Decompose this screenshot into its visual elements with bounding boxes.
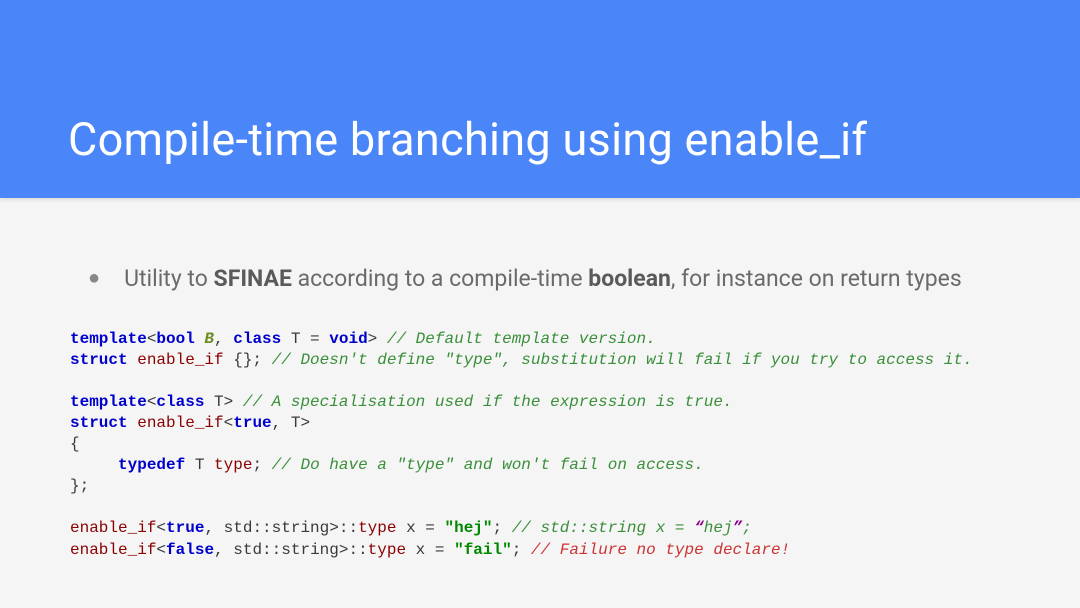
comment-q1: “ — [694, 519, 704, 537]
kw-class: class — [233, 330, 281, 348]
comment-q2: ” — [733, 519, 743, 537]
bullet-sfinae: SFINAE — [214, 265, 292, 292]
code-brace-open: { — [70, 435, 80, 453]
code-gt: > — [368, 330, 387, 348]
member-type-2: type — [358, 519, 396, 537]
kw-template: template — [70, 330, 147, 348]
member-type-3: type — [368, 541, 406, 559]
kw-struct-2: struct — [70, 414, 128, 432]
bullet-text-suffix: , for instance on return types — [671, 265, 962, 292]
code-lt-2: < — [147, 393, 157, 411]
code-std: , std::string>:: — [204, 519, 358, 537]
lit-false: false — [166, 541, 214, 559]
code-t-3: T — [185, 456, 214, 474]
comment-semi: ; — [742, 519, 752, 537]
kw-void: void — [329, 330, 367, 348]
bullet-boolean: boolean — [588, 265, 671, 292]
comment-7: // Do have a "type" and won't fail on ac… — [272, 456, 704, 474]
param-b: B — [195, 330, 214, 348]
kw-bool: bool — [156, 330, 194, 348]
code-comma-t: , T> — [272, 414, 310, 432]
slide-header: Compile-time branching using enable_if — [0, 0, 1080, 198]
code-lt-5: < — [156, 541, 166, 559]
code-block: template<bool B, class T = void> // Defa… — [68, 329, 1012, 561]
kw-struct: struct — [70, 351, 128, 369]
code-t-2: T> — [204, 393, 242, 411]
bullet-text: Utility to SFINAE according to a compile… — [124, 262, 962, 297]
code-x: x = — [396, 519, 444, 537]
struct-name-4: enable_if — [70, 541, 156, 559]
struct-name-3: enable_if — [70, 519, 156, 537]
comment-1: // Default template version. — [387, 330, 656, 348]
bullet-item: ● Utility to SFINAE according to a compi… — [68, 262, 1012, 297]
kw-typedef: typedef — [118, 456, 185, 474]
code-indent — [70, 456, 118, 474]
bullet-marker: ● — [88, 262, 100, 297]
comment-hej: hej — [704, 519, 733, 537]
str-fail: "fail" — [454, 541, 512, 559]
code-x-2: x = — [406, 541, 454, 559]
comment-2: // Doesn't define "type", substitution w… — [272, 351, 973, 369]
lit-true: true — [233, 414, 271, 432]
kw-template-2: template — [70, 393, 147, 411]
code-semi-3: ; — [512, 541, 531, 559]
kw-class-2: class — [156, 393, 204, 411]
code-semi-2: ; — [493, 519, 512, 537]
bullet-text-mid: according to a compile-time — [292, 265, 588, 292]
code-std-2: , std::string>:: — [214, 541, 368, 559]
code-comma: , — [214, 330, 233, 348]
code-brace-close: }; — [70, 477, 89, 495]
struct-name-2: enable_if — [128, 414, 224, 432]
member-type: type — [214, 456, 252, 474]
code-semi: ; — [252, 456, 271, 474]
code-lt-3: < — [224, 414, 234, 432]
slide-content: ● Utility to SFINAE according to a compi… — [0, 198, 1080, 561]
code-t-eq: T = — [281, 330, 329, 348]
comment-4: // A specialisation used if the expressi… — [243, 393, 733, 411]
str-hej: "hej" — [444, 519, 492, 537]
lit-true-2: true — [166, 519, 204, 537]
code-lt-4: < — [156, 519, 166, 537]
comment-11: // Failure no type declare! — [531, 541, 790, 559]
code-braces: {}; — [224, 351, 272, 369]
comment-10-pre: // std::string x = — [512, 519, 694, 537]
slide-title: Compile-time branching using enable_if — [68, 113, 867, 166]
struct-name: enable_if — [128, 351, 224, 369]
bullet-text-prefix: Utility to — [124, 265, 213, 292]
code-lt: < — [147, 330, 157, 348]
